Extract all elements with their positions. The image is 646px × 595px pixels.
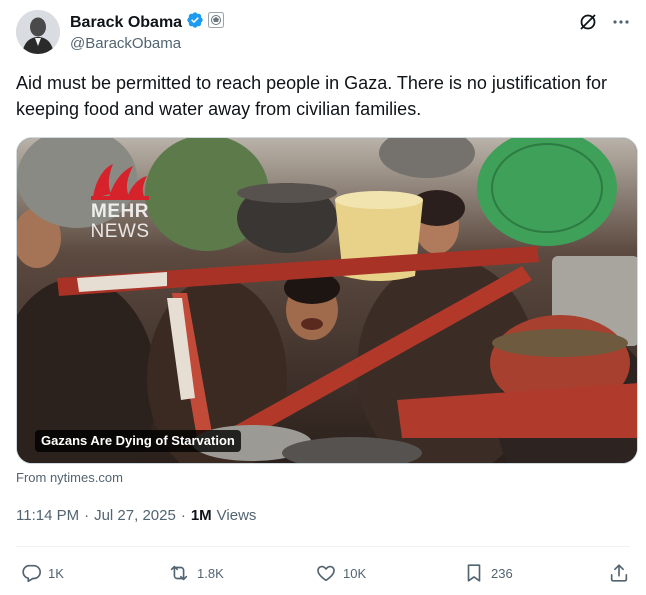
watermark-line-2: NEWS	[90, 221, 150, 242]
mehr-logo-icon	[91, 164, 149, 200]
media-caption: Gazans Are Dying of Starvation	[35, 430, 241, 452]
meta-separator: ·	[84, 507, 90, 524]
avatar-image	[16, 10, 60, 54]
views-count: 1M	[190, 507, 212, 524]
tweet-text: Aid must be permitted to reach people in…	[16, 73, 607, 119]
tweet-media-card[interactable]: MEHR NEWS Gazans Are Dying of Starvation	[16, 137, 638, 464]
like-count: 10K	[343, 565, 367, 581]
grok-icon[interactable]	[578, 12, 598, 37]
repost-button[interactable]: 1.8K	[167, 562, 224, 584]
link-source[interactable]: From nytimes.com	[16, 470, 123, 485]
more-icon[interactable]	[612, 13, 630, 36]
like-button[interactable]: 10K	[315, 562, 366, 584]
verified-badge-icon	[186, 11, 204, 34]
repost-icon	[167, 562, 191, 584]
author-display-name[interactable]: Barack Obama	[70, 13, 182, 33]
tweet-date[interactable]: Jul 27, 2025	[94, 507, 176, 524]
share-icon	[608, 562, 630, 584]
bookmark-count: 236	[491, 565, 513, 581]
reply-button[interactable]: 1K	[20, 562, 64, 584]
repost-count: 1.8K	[197, 565, 224, 581]
tweet-top-actions	[578, 12, 630, 37]
action-bar: 1K 1.8K 10K 236	[20, 562, 630, 586]
tweet-time[interactable]: 11:14 PM	[16, 507, 79, 524]
author-name-row: Barack Obama	[70, 11, 225, 34]
reply-count: 1K	[48, 565, 64, 581]
government-seal-icon	[208, 12, 225, 33]
reply-icon	[20, 562, 42, 584]
like-icon	[315, 562, 337, 584]
watermark-line-1: MEHR	[91, 201, 149, 222]
bookmark-icon	[463, 562, 485, 584]
views-label: Views	[216, 507, 257, 524]
share-button[interactable]	[608, 562, 630, 584]
author-handle[interactable]: @BarackObama	[70, 34, 181, 54]
divider	[16, 546, 630, 547]
meta-separator: ·	[180, 507, 186, 524]
bookmark-button[interactable]: 236	[463, 562, 513, 584]
avatar[interactable]	[16, 10, 60, 54]
media-watermark: MEHR NEWS	[89, 158, 151, 242]
tweet-meta: 11:14 PM · Jul 27, 2025 · 1M Views	[16, 507, 256, 524]
